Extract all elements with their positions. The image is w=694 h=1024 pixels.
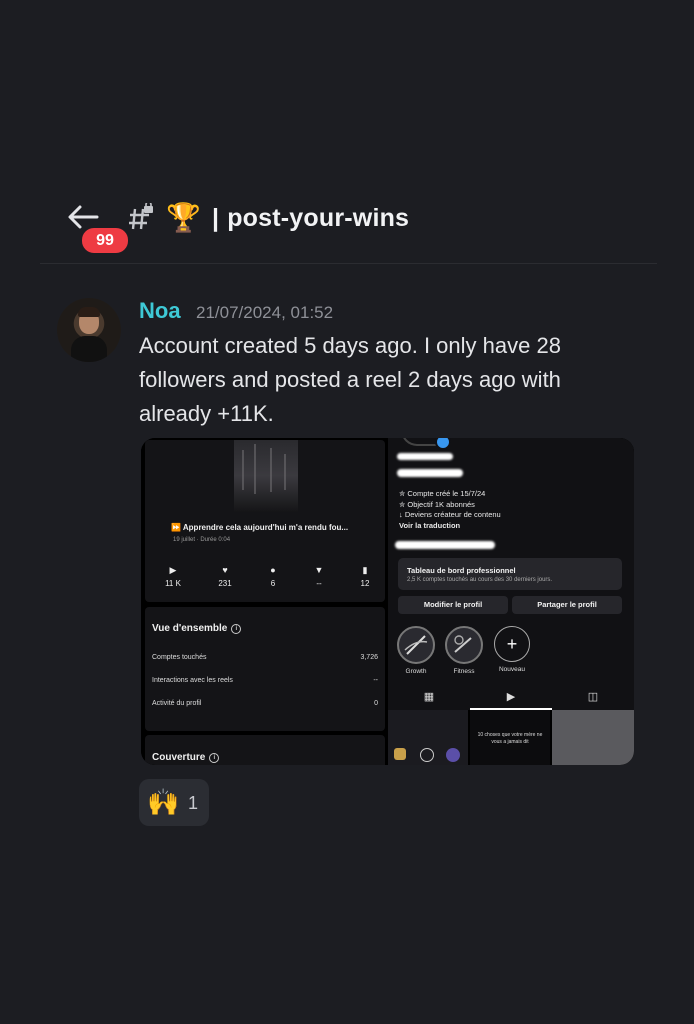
highlight-growth: Growth <box>396 626 436 675</box>
translate-link: Voir la traduction <box>399 520 461 530</box>
heart-icon: ♥ <box>222 565 228 575</box>
stat-plays: ▶ 11 K <box>153 564 193 588</box>
author-name[interactable]: Noa <box>139 298 181 324</box>
reels-icon: ▶ <box>506 691 516 703</box>
professional-dashboard: Tableau de bord professionnel 2,5 K comp… <box>398 558 622 590</box>
info-icon: i <box>231 624 242 634</box>
reel-insights-screenshot: ⏩ Apprendre cela aujourd'hui m'a rendu f… <box>141 438 387 765</box>
overview-row: Comptes touchés 3,726 <box>152 654 378 661</box>
header-divider <box>40 263 657 264</box>
add-story-icon <box>435 438 451 450</box>
stat-shares: ▼ -- <box>299 564 339 588</box>
channel-title[interactable]: | post-your-wins <box>212 204 409 233</box>
highlight-fitness: Fitness <box>444 626 484 675</box>
bookmark-icon: ▮ <box>362 565 368 575</box>
redacted-text <box>397 469 463 477</box>
share-profile-button: Partager le profil <box>512 596 622 614</box>
comment-icon: ● <box>270 565 276 575</box>
tagged-icon: ◫ <box>587 691 599 703</box>
redacted-text <box>395 541 495 549</box>
overview-row: Interactions avec les reels -- <box>152 677 378 684</box>
reel-summary-card: ⏩ Apprendre cela aujourd'hui m'a rendu f… <box>145 440 385 602</box>
info-icon: i <box>209 753 220 763</box>
plus-icon: + <box>494 626 530 662</box>
share-icon: ▼ <box>314 565 324 575</box>
grid-icon: ▦ <box>423 691 435 703</box>
raised-hands-emoji: 🙌 <box>147 787 180 817</box>
message-image-attachment[interactable]: ⏩ Apprendre cela aujourd'hui m'a rendu f… <box>141 438 634 765</box>
grid-post <box>388 710 468 765</box>
reel-thumbnail <box>234 440 298 512</box>
edit-profile-button: Modifier le profil <box>398 596 508 614</box>
avatar[interactable] <box>57 298 121 362</box>
channel-name: post-your-wins <box>227 204 410 232</box>
highlight-new: + Nouveau <box>492 626 532 673</box>
coverage-card: Couverture i <box>145 735 385 765</box>
grid-post: 10 choses que votre mère ne vous a jamai… <box>470 710 550 765</box>
stat-likes: ♥ 231 <box>205 564 245 588</box>
trophy-emoji: 🏆 <box>166 202 201 233</box>
overview-card: Vue d'ensemble i Comptes touchés 3,726 Int… <box>145 607 385 731</box>
reel-title: ⏩ Apprendre cela aujourd'hui m'a rendu f… <box>171 523 349 532</box>
message-text: Account created 5 days ago. I only have … <box>139 333 561 426</box>
message-timestamp: 21/07/2024, 01:52 <box>196 303 334 322</box>
reaction-count: 1 <box>188 793 199 813</box>
profile-tabs: ▦ ▶ ◫ <box>388 686 634 710</box>
overview-row: Activité du profil 0 <box>152 700 378 707</box>
title-separator: | <box>212 204 220 232</box>
profile-bio: ✮ Compte créé le 15/7/24 ✮ Objectif 1K a… <box>399 489 501 530</box>
redacted-text <box>397 453 453 460</box>
reaction-pill[interactable]: 🙌 1 <box>139 779 209 826</box>
stat-comments: ● 6 <box>253 564 293 588</box>
overview-title: Vue d'ensemble i <box>152 623 242 634</box>
play-icon: ▶ <box>169 565 177 575</box>
profile-screenshot: ✮ Compte créé le 15/7/24 ✮ Objectif 1K a… <box>388 438 634 765</box>
locked-channel-icon <box>128 201 158 233</box>
reel-subtitle: 19 juillet · Durée 0:04 <box>173 537 231 543</box>
stat-saves: ▮ 12 <box>345 564 385 588</box>
grid-post <box>552 710 634 765</box>
unread-badge: 99 <box>80 226 130 255</box>
coverage-title: Couverture i <box>152 752 220 763</box>
